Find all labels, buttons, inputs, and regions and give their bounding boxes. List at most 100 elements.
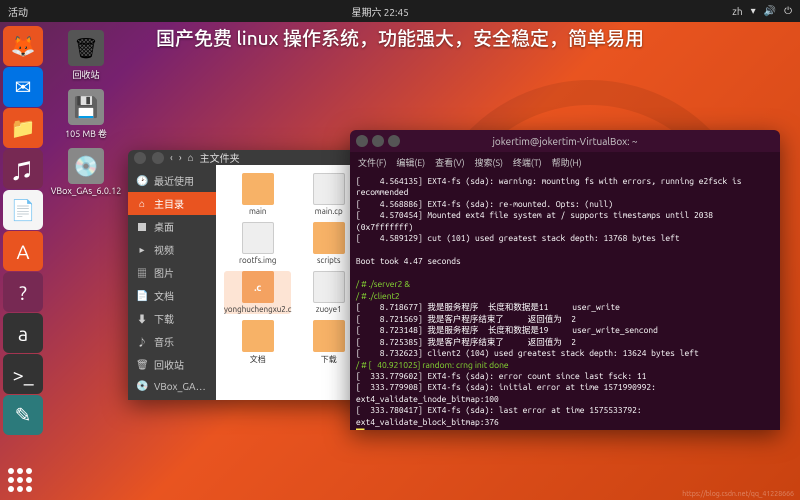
sidebar-icon: ■ (136, 219, 148, 234)
menu-item[interactable]: 终端(T) (513, 156, 542, 169)
sidebar-label: 主目录 (154, 196, 184, 211)
file-item[interactable]: rootfs.img (224, 222, 291, 265)
sidebar-item[interactable]: 📄 文档 (128, 284, 216, 307)
launcher-editor[interactable]: ✎ (3, 395, 43, 435)
desktop-label: VBox_GAs_6.0.12 (51, 186, 122, 196)
sidebar-label: VBox_GA… (154, 381, 206, 392)
top-bar: 活动 星期六 22:45 zh ▾ 🔊 ⏻ (0, 0, 800, 22)
file-label: scripts (317, 256, 340, 265)
menu-item[interactable]: 搜索(S) (475, 156, 503, 169)
menu-item[interactable]: 文件(F) (358, 156, 386, 169)
sidebar-icon: ⌂ (136, 198, 148, 210)
launcher-thunderbird[interactable]: ✉ (3, 67, 43, 107)
file-manager-window[interactable]: ‹ › ⌂ 主文件夹 🕑 最近使用 ⌂ 主目录 ■ 桌面 ▸ 视频 ▦ 图片 📄 文档 ⬇ 下载 ♪音乐 🗑 回… (128, 150, 368, 400)
nav-back-icon[interactable]: ‹ (170, 152, 173, 163)
close-icon[interactable] (356, 135, 368, 147)
sidebar-label: 回收站 (154, 357, 184, 372)
sidebar-icon: ▦ (136, 265, 148, 280)
network-icon[interactable]: ▾ (751, 5, 756, 17)
sidebar-item[interactable]: ⬇ 下载 (128, 307, 216, 330)
sidebar-label: 最近使用 (154, 173, 194, 188)
file-item[interactable]: .c yonghuchengxu2.c (224, 271, 291, 314)
fm-file-grid: main main.cp rootfs.img scripts .c yonghuchen… (216, 165, 368, 400)
lang-indicator[interactable]: zh (732, 6, 742, 17)
sidebar-item[interactable]: 🗑 回收站 (128, 353, 216, 376)
maximize-icon[interactable] (388, 135, 400, 147)
folder-icon (242, 173, 274, 205)
desktop-label: 105 MB 卷 (65, 127, 107, 140)
sidebar-icon: ⬇ (136, 311, 148, 326)
sidebar-icon: 🕑 (136, 175, 148, 187)
term-title-text: jokertim@jokertim-VirtualBox: ~ (492, 136, 637, 147)
doc-icon (313, 271, 345, 303)
home-icon[interactable]: ⌂ (188, 152, 194, 164)
close-icon[interactable] (134, 152, 146, 164)
sidebar-label: 下载 (154, 311, 174, 326)
sidebar-icon: 🗑 (136, 359, 148, 371)
doc-icon (313, 173, 345, 205)
sidebar-label: 文档 (154, 288, 174, 303)
folder-icon (242, 320, 274, 352)
launcher-dock: 🦊✉📁♫📄A?a>_✎ (0, 22, 46, 500)
desktop-volume[interactable]: 💾 105 MB 卷 (54, 89, 118, 140)
file-label: rootfs.img (239, 256, 276, 265)
minimize-icon[interactable] (372, 135, 384, 147)
watermark: https://blog.csdn.net/qq_41228666 (682, 490, 794, 498)
file-label: yonghuchengxu2.c (224, 305, 291, 314)
sidebar-item[interactable]: 🕑 最近使用 (128, 169, 216, 192)
c-icon: .c (242, 271, 274, 303)
sidebar-item[interactable]: ⌂ 主目录 (128, 192, 216, 215)
file-label: 文档 (250, 354, 266, 365)
desktop-vbox[interactable]: 💿VBox_GAs_6.0.12 (54, 148, 118, 196)
sidebar-icon: 📄 (136, 290, 148, 302)
launcher-help[interactable]: ? (3, 272, 43, 312)
sidebar-label: 视频 (154, 242, 174, 257)
launcher-libreoffice[interactable]: 📄 (3, 190, 43, 230)
launcher-amazon[interactable]: a (3, 313, 43, 353)
nav-fwd-icon[interactable]: › (179, 152, 182, 163)
terminal-window[interactable]: jokertim@jokertim-VirtualBox: ~ 文件(F) 编辑(… (350, 130, 780, 430)
term-menubar: 文件(F) 编辑(E) 查看(V) 搜索(S) 终端(T) 帮助(H) (350, 152, 780, 172)
folder-icon (313, 320, 345, 352)
file-label: zuoye1 (316, 305, 342, 314)
fm-title-text: 主文件夹 (200, 150, 240, 165)
menu-item[interactable]: 帮助(H) (552, 156, 582, 169)
file-item[interactable]: main (224, 173, 291, 216)
sidebar-icon: 💿 (136, 380, 148, 392)
launcher-rhythmbox[interactable]: ♫ (3, 149, 43, 189)
sidebar-item[interactable]: +其他位置 (128, 396, 216, 400)
folder-icon (313, 222, 345, 254)
sidebar-label: 图片 (154, 265, 174, 280)
volume-icon[interactable]: 🔊 (764, 5, 776, 17)
power-icon[interactable]: ⏻ (784, 5, 792, 17)
launcher-terminal[interactable]: >_ (3, 354, 43, 394)
launcher-files[interactable]: 📁 (3, 108, 43, 148)
sidebar-item[interactable]: ♪音乐 (128, 330, 216, 353)
sidebar-item[interactable]: 💿 VBox_GA… (128, 376, 216, 396)
sidebar-item[interactable]: ▸ 视频 (128, 238, 216, 261)
file-label: 下载 (321, 354, 337, 365)
activities-button[interactable]: 活动 (8, 4, 28, 19)
sidebar-item[interactable]: ■ 桌面 (128, 215, 216, 238)
sidebar-item[interactable]: ▦ 图片 (128, 261, 216, 284)
file-label: main.cp (315, 207, 343, 216)
doc-icon (242, 222, 274, 254)
minimize-icon[interactable] (152, 152, 164, 164)
banner-text: 国产免费 linux 操作系统，功能强大，安全稳定，简单易用 (0, 22, 800, 53)
menu-item[interactable]: 编辑(E) (396, 156, 425, 169)
launcher-software[interactable]: A (3, 231, 43, 271)
clock[interactable]: 星期六 22:45 (28, 4, 732, 19)
desktop-label: 回收站 (72, 68, 99, 81)
vbox-icon: 💿 (68, 148, 104, 184)
file-item[interactable]: 文档 (224, 320, 291, 365)
menu-item[interactable]: 查看(V) (435, 156, 464, 169)
fm-sidebar: 🕑 最近使用 ⌂ 主目录 ■ 桌面 ▸ 视频 ▦ 图片 📄 文档 ⬇ 下载 ♪音乐 🗑 回收站 💿 VBox_GA…… (128, 165, 216, 400)
volume-icon: 💾 (68, 89, 104, 125)
fm-titlebar[interactable]: ‹ › ⌂ 主文件夹 (128, 150, 368, 165)
term-output[interactable]: [ 4.564135] EXT4-fs (sda): warning: moun… (350, 172, 780, 430)
sidebar-label: 音乐 (154, 334, 174, 349)
file-label: main (249, 207, 267, 216)
sidebar-label: 桌面 (154, 219, 174, 234)
term-titlebar[interactable]: jokertim@jokertim-VirtualBox: ~ (350, 130, 780, 152)
sidebar-icon: ▸ (136, 244, 148, 256)
